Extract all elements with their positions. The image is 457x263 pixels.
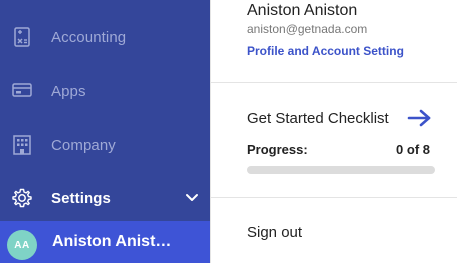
sidebar-item-label: Settings — [51, 189, 111, 207]
sign-out-button[interactable]: Sign out — [247, 224, 302, 241]
calculator-icon — [11, 26, 33, 48]
progress-count: 0 of 8 — [396, 142, 430, 157]
account-email: aniston@getnada.com — [247, 22, 368, 36]
progress-bar — [247, 166, 435, 174]
chevron-down-icon[interactable] — [185, 191, 199, 205]
sidebar-item-accounting[interactable]: Accounting — [0, 15, 210, 59]
gear-icon — [11, 187, 33, 209]
user-name: Aniston Anist… — [52, 233, 172, 250]
sidebar-user-menu[interactable]: AA Aniston Anist… — [0, 221, 210, 263]
sidebar-item-label: Accounting — [51, 28, 127, 46]
progress-label: Progress: — [247, 142, 308, 157]
building-icon — [11, 134, 33, 156]
avatar: AA — [7, 230, 37, 260]
arrow-right-icon[interactable] — [407, 108, 433, 128]
profile-settings-link[interactable]: Profile and Account Setting — [247, 44, 404, 58]
sidebar-item-company[interactable]: Company — [0, 123, 210, 167]
divider — [211, 197, 457, 198]
account-panel: Aniston Aniston aniston@getnada.com Prof… — [210, 0, 457, 263]
sidebar-item-label: Company — [51, 136, 116, 154]
sidebar-item-label: Apps — [51, 82, 86, 100]
sidebar: Accounting Apps Company Settings AA Anis… — [0, 0, 210, 263]
sidebar-item-apps[interactable]: Apps — [0, 69, 210, 113]
checklist-link[interactable]: Get Started Checklist — [247, 110, 389, 127]
sidebar-item-settings[interactable]: Settings — [0, 176, 210, 220]
apps-card-icon — [11, 80, 33, 102]
divider — [211, 82, 457, 83]
account-name: Aniston Aniston — [247, 2, 358, 19]
